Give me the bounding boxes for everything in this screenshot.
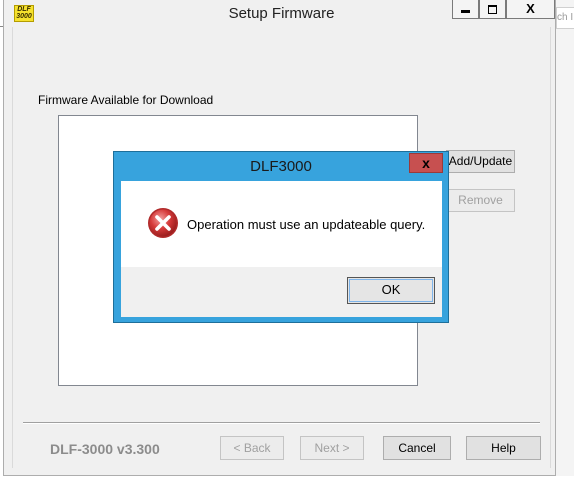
window-title: Setup Firmware [228,5,335,22]
help-button[interactable]: Help [466,436,541,460]
maximize-icon [488,5,497,15]
error-icon [148,208,178,238]
remove-button[interactable]: Remove [446,189,515,212]
close-icon: x [422,155,430,171]
close-icon: X [526,1,535,16]
background-window-edge [556,0,574,504]
dialog-close-button[interactable]: x [409,153,443,173]
maximize-button[interactable] [479,0,506,19]
back-button[interactable]: < Back [220,436,284,460]
footer-separator [23,422,540,424]
add-update-button[interactable]: Add/Update [446,150,515,173]
minimize-icon [461,10,470,14]
error-dialog: DLF3000 x Operation must use an updateab… [113,151,449,323]
title-bar: DLF 3000 Setup Firmware X [4,0,555,27]
cancel-button[interactable]: Cancel [383,436,451,460]
dialog-message: Operation must use an updateable query. [187,217,426,232]
ok-button[interactable]: OK [347,277,435,304]
firmware-list-label: Firmware Available for Download [38,93,214,107]
desktop-strip [0,476,574,504]
dialog-title: DLF3000 [250,158,312,175]
dlf-app-icon: DLF 3000 [14,5,34,22]
minimize-button[interactable] [452,0,479,19]
dialog-body: Operation must use an updateable query. [121,181,442,267]
version-label: DLF-3000 v3.300 [50,441,160,457]
close-button[interactable]: X [506,0,555,19]
next-button[interactable]: Next > [300,436,364,460]
background-search-field: ch I [556,7,574,29]
